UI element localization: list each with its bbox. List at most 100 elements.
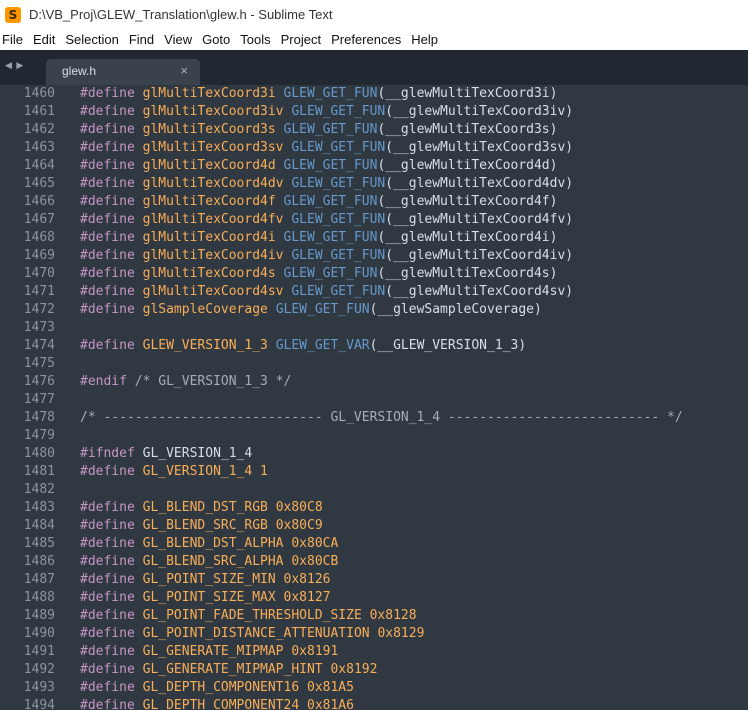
code-line[interactable]: 1486 #define GL_BLEND_SRC_ALPHA 0x80CB bbox=[0, 553, 748, 571]
code-line[interactable]: 1493 #define GL_DEPTH_COMPONENT16 0x81A5 bbox=[0, 679, 748, 697]
code-line[interactable]: 1488 #define GL_POINT_SIZE_MAX 0x8127 bbox=[0, 589, 748, 607]
code-token: 0x8127 bbox=[283, 590, 331, 605]
code-line[interactable]: 1465 #define glMultiTexCoord4dv GLEW_GET_… bbox=[0, 175, 748, 193]
code-token: GLEW_GET_FUN bbox=[283, 230, 378, 245]
code-token: GL_VERSION_1_4 bbox=[142, 446, 253, 461]
line-number: 1493 bbox=[23, 680, 55, 695]
code-line[interactable]: 1485 #define GL_BLEND_DST_ALPHA 0x80CA bbox=[0, 535, 748, 553]
line-code: #define GL_BLEND_SRC_ALPHA 0x80CB bbox=[80, 553, 338, 571]
code-token: 0x8192 bbox=[330, 662, 378, 677]
code-line[interactable]: 1474 #define GLEW_VERSION_1_3 GLEW_GET_VA… bbox=[0, 337, 748, 355]
menu-tools[interactable]: Tools bbox=[237, 32, 276, 47]
menu-bar: File Edit Selection Find View Goto Tools… bbox=[0, 29, 748, 50]
line-number: 1487 bbox=[23, 572, 55, 587]
code-line[interactable]: 1463 #define glMultiTexCoord3sv GLEW_GET_… bbox=[0, 139, 748, 157]
code-editor[interactable]: 1460 #define glMultiTexCoord3i GLEW_GET_F… bbox=[0, 85, 748, 710]
code-line[interactable]: 1487 #define GL_POINT_SIZE_MIN 0x8126 bbox=[0, 571, 748, 589]
line-code: #define glMultiTexCoord3s GLEW_GET_FUN(_… bbox=[80, 121, 557, 139]
code-line[interactable]: 1461 #define glMultiTexCoord3iv GLEW_GET_… bbox=[0, 103, 748, 121]
menu-goto[interactable]: Goto bbox=[199, 32, 236, 47]
code-line[interactable]: 1472 #define glSampleCoverage GLEW_GET_FU… bbox=[0, 301, 748, 319]
code-token: GL_POINT_SIZE_MAX bbox=[142, 590, 284, 605]
line-number: 1486 bbox=[23, 554, 55, 569]
code-line[interactable]: 1470 #define glMultiTexCoord4s GLEW_GET_F… bbox=[0, 265, 748, 283]
menu-find[interactable]: Find bbox=[126, 32, 160, 47]
line-code: #define glMultiTexCoord3iv GLEW_GET_FUN(… bbox=[80, 103, 573, 121]
code-line[interactable]: 1479 bbox=[0, 427, 748, 445]
code-line[interactable]: 1466 #define glMultiTexCoord4f GLEW_GET_F… bbox=[0, 193, 748, 211]
code-token: glMultiTexCoord4sv bbox=[142, 284, 292, 299]
menu-project[interactable]: Project bbox=[278, 32, 327, 47]
code-token: GLEW_GET_FUN bbox=[291, 284, 386, 299]
code-line[interactable]: 1462 #define glMultiTexCoord3s GLEW_GET_F… bbox=[0, 121, 748, 139]
title-bar: S D:\VB_Proj\GLEW_Translation\glew.h - S… bbox=[0, 0, 748, 29]
menu-preferences[interactable]: Preferences bbox=[328, 32, 407, 47]
line-number: 1490 bbox=[23, 626, 55, 641]
line-number: 1467 bbox=[23, 212, 55, 227]
code-line[interactable]: 1480 #ifndef GL_VERSION_1_4 bbox=[0, 445, 748, 463]
code-token: (__glewMultiTexCoord4d) bbox=[377, 158, 558, 173]
menu-help[interactable]: Help bbox=[408, 32, 444, 47]
code-line[interactable]: 1468 #define glMultiTexCoord4i GLEW_GET_F… bbox=[0, 229, 748, 247]
code-token: glMultiTexCoord4iv bbox=[142, 248, 292, 263]
code-line[interactable]: 1475 bbox=[0, 355, 748, 373]
line-number: 1491 bbox=[23, 644, 55, 659]
code-token: #define bbox=[80, 590, 143, 605]
code-token: 0x80C8 bbox=[275, 500, 323, 515]
code-line[interactable]: 1492 #define GL_GENERATE_MIPMAP_HINT 0x81… bbox=[0, 661, 748, 679]
code-token: #define bbox=[80, 554, 143, 569]
code-line[interactable]: 1476 #endif /* GL_VERSION_1_3 */ bbox=[0, 373, 748, 391]
code-line[interactable]: 1484 #define GL_BLEND_SRC_RGB 0x80C9 bbox=[0, 517, 748, 535]
code-line[interactable]: 1469 #define glMultiTexCoord4iv GLEW_GET_… bbox=[0, 247, 748, 265]
code-token: #define bbox=[80, 284, 143, 299]
menu-edit[interactable]: Edit bbox=[30, 32, 61, 47]
line-number: 1478 bbox=[23, 410, 55, 425]
tab-glew-h[interactable]: glew.h × bbox=[46, 59, 200, 85]
code-line[interactable]: 1473 bbox=[0, 319, 748, 337]
code-token: GL_BLEND_SRC_RGB bbox=[142, 518, 276, 533]
code-token: #define bbox=[80, 698, 143, 710]
code-token: #define bbox=[80, 212, 143, 227]
line-code: #define glMultiTexCoord4d GLEW_GET_FUN(_… bbox=[80, 157, 557, 175]
line-number: 1475 bbox=[23, 356, 55, 371]
line-code: #endif /* GL_VERSION_1_3 */ bbox=[80, 373, 291, 391]
code-token: GL_DEPTH_COMPONENT24 bbox=[142, 698, 307, 710]
code-line[interactable]: 1477 bbox=[0, 391, 748, 409]
code-token: #define bbox=[80, 626, 143, 641]
line-code: #define GL_VERSION_1_4 1 bbox=[80, 463, 268, 481]
line-code: #define glMultiTexCoord4sv GLEW_GET_FUN(… bbox=[80, 283, 573, 301]
code-token: #define bbox=[80, 248, 143, 263]
code-token: GL_POINT_FADE_THRESHOLD_SIZE bbox=[142, 608, 370, 623]
code-line[interactable]: 1483 #define GL_BLEND_DST_RGB 0x80C8 bbox=[0, 499, 748, 517]
code-line[interactable]: 1471 #define glMultiTexCoord4sv GLEW_GET_… bbox=[0, 283, 748, 301]
code-line[interactable]: 1494 #define GL_DEPTH_COMPONENT24 0x81A6 bbox=[0, 697, 748, 710]
code-line[interactable]: 1478 /* ---------------------------- GL_V… bbox=[0, 409, 748, 427]
code-line[interactable]: 1491 #define GL_GENERATE_MIPMAP 0x8191 bbox=[0, 643, 748, 661]
line-number: 1482 bbox=[23, 482, 55, 497]
code-line[interactable]: 1467 #define glMultiTexCoord4fv GLEW_GET_… bbox=[0, 211, 748, 229]
code-line[interactable]: 1460 #define glMultiTexCoord3i GLEW_GET_F… bbox=[0, 85, 748, 103]
line-code: #define GL_POINT_DISTANCE_ATTENUATION 0x… bbox=[80, 625, 424, 643]
code-token: (__glewMultiTexCoord4dv) bbox=[385, 176, 574, 191]
code-line[interactable]: 1464 #define glMultiTexCoord4d GLEW_GET_F… bbox=[0, 157, 748, 175]
code-token: (__glewMultiTexCoord4s) bbox=[377, 266, 558, 281]
code-token: (__glewMultiTexCoord3s) bbox=[377, 122, 558, 137]
code-line[interactable]: 1489 #define GL_POINT_FADE_THRESHOLD_SIZE… bbox=[0, 607, 748, 625]
line-number: 1483 bbox=[23, 500, 55, 515]
line-number: 1488 bbox=[23, 590, 55, 605]
line-code: #define glMultiTexCoord4iv GLEW_GET_FUN(… bbox=[80, 247, 573, 265]
line-code: #define glMultiTexCoord4i GLEW_GET_FUN(_… bbox=[80, 229, 557, 247]
code-token: GL_BLEND_SRC_ALPHA bbox=[142, 554, 292, 569]
tab-nav-arrows-icon[interactable]: ◀ ▶ bbox=[5, 60, 24, 71]
menu-view[interactable]: View bbox=[161, 32, 198, 47]
menu-selection[interactable]: Selection bbox=[62, 32, 124, 47]
code-line[interactable]: 1481 #define GL_VERSION_1_4 1 bbox=[0, 463, 748, 481]
code-token: GLEW_GET_FUN bbox=[291, 212, 386, 227]
menu-file[interactable]: File bbox=[0, 32, 29, 47]
code-token: GL_POINT_SIZE_MIN bbox=[142, 572, 284, 587]
code-line[interactable]: 1490 #define GL_POINT_DISTANCE_ATTENUATIO… bbox=[0, 625, 748, 643]
close-icon[interactable]: × bbox=[180, 63, 188, 78]
code-line[interactable]: 1482 bbox=[0, 481, 748, 499]
line-code: #define GL_GENERATE_MIPMAP_HINT 0x8192 bbox=[80, 661, 377, 679]
line-number: 1477 bbox=[23, 392, 55, 407]
